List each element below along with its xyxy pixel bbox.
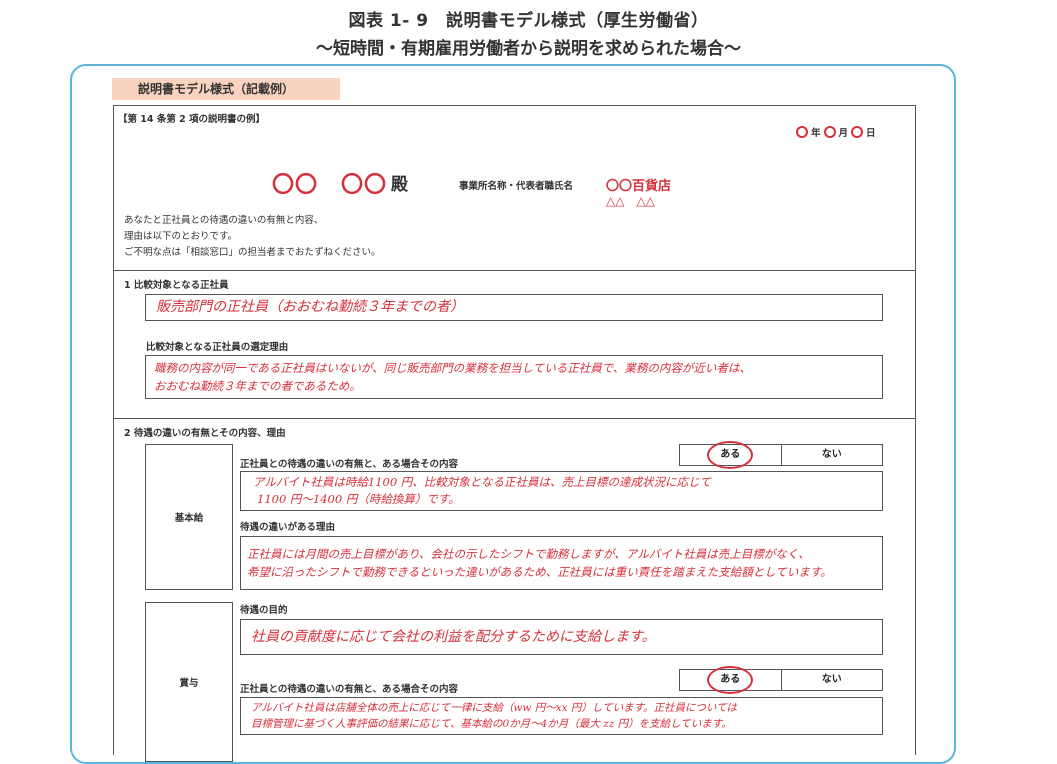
comparison-employee-answer: 販売部門の正社員（おおむね勤続３年までの者） <box>145 294 883 321</box>
date-month: 月 <box>838 128 849 139</box>
intro-line: 理由は以下のとおりです。 <box>124 231 238 242</box>
selection-reason-answer: 職務の内容が同一である正社員はいないが、同じ販売部門の業務を担当している正社員で… <box>145 355 883 399</box>
answer-line: 1100 円～1400 円（時給換算）です。 <box>257 492 460 506</box>
answer-line: アルバイト社員は時給1100 円、比較対象となる正社員は、売上目標の達成状況に応… <box>253 475 711 489</box>
bonus-diff-answer: アルバイト社員は店舗全体の売上に応じて一律に支給（ww 円～xx 円）しています… <box>240 697 883 735</box>
employer-rep: △△ △△ <box>606 194 655 208</box>
selection-reason-label: 比較対象となる正社員の選定理由 <box>146 342 289 353</box>
intro-line: ご不明な点は「相談窓口」の担当者までおたずねください。 <box>124 247 381 258</box>
recipient-name: 〇〇 〇〇 <box>272 173 388 198</box>
intro-line: あなたと正社員との待遇の違いの有無と内容、 <box>124 215 324 226</box>
base-pay-reason-label: 待遇の違いがある理由 <box>240 522 336 533</box>
form-badge: 説明書モデル様式（記載例） <box>112 78 340 100</box>
selected-circle-mark <box>707 441 753 469</box>
answer-line: 正社員には月間の売上目標があり、会社の示したシフトで勤務しますが、アルバイト社員… <box>247 547 810 561</box>
no-option: ない <box>821 449 842 460</box>
page-title: 図表 1- 9 説明書モデル様式（厚生労働省） <box>348 11 709 31</box>
bonus-purpose-label: 待遇の目的 <box>240 605 288 616</box>
answer-line: アルバイト社員は店舗全体の売上に応じて一律に支給（ww 円～xx 円）しています… <box>251 702 737 714</box>
base-pay-reason-answer: 正社員には月間の売上目標があり、会社の示したシフトで勤務しますが、アルバイト社員… <box>240 536 883 590</box>
date-circle <box>823 126 836 138</box>
answer-line: 希望に沿ったシフトで勤務できるといった違いがあるため、正社員には重い責任を踏まえ… <box>247 565 832 579</box>
date-year: 年 <box>811 128 821 139</box>
reason-line: 職務の内容が同一である正社員はいないが、同じ販売部門の業務を担当している正社員で… <box>154 361 751 375</box>
base-pay-diff-answer: アルバイト社員は時給1100 円、比較対象となる正社員は、売上目標の達成状況に応… <box>240 471 883 511</box>
date-day: 日 <box>866 128 876 139</box>
bonus-label: 賞与 <box>145 602 233 762</box>
answer-line: 目標管理に基づく人事評価の結果に応じて、基本給の0か月～4か月（最大 zz 円）… <box>251 718 732 730</box>
bonus-diff-label: 正社員との待遇の違いの有無と、ある場合その内容 <box>240 684 459 695</box>
date-circle <box>851 126 864 138</box>
recipient-honorific: 殿 <box>391 175 408 195</box>
date-circle <box>796 126 808 138</box>
section1-heading: 1 比較対象となる正社員 <box>124 280 229 291</box>
bonus-purpose-answer: 社員の貢献度に応じて会社の利益を配分するために支給します。 <box>240 619 883 655</box>
divider <box>113 418 916 419</box>
reason-line: おおむね勤続３年までの者であるため。 <box>154 379 361 393</box>
divider <box>113 270 916 271</box>
no-option: ない <box>821 674 842 685</box>
example-label: 【第 14 条第 2 項の説明書の例】 <box>118 114 266 125</box>
base-pay-diff-label: 正社員との待遇の違いの有無と、ある場合その内容 <box>240 459 459 470</box>
section2-heading: 2 待遇の違いの有無とその内容、理由 <box>124 428 286 439</box>
base-pay-label: 基本給 <box>145 444 233 590</box>
employer-label: 事業所名称・代表者職氏名 <box>459 181 574 192</box>
page-subtitle: ～短時間・有期雇用労働者から説明を求められた場合～ <box>316 39 741 59</box>
selected-circle-mark <box>707 666 753 694</box>
intro-text: あなたと正社員との待遇の違いの有無と内容、 理由は以下のとおりです。 ご不明な点… <box>124 213 381 261</box>
date-line: 年 月 日 <box>796 125 876 139</box>
